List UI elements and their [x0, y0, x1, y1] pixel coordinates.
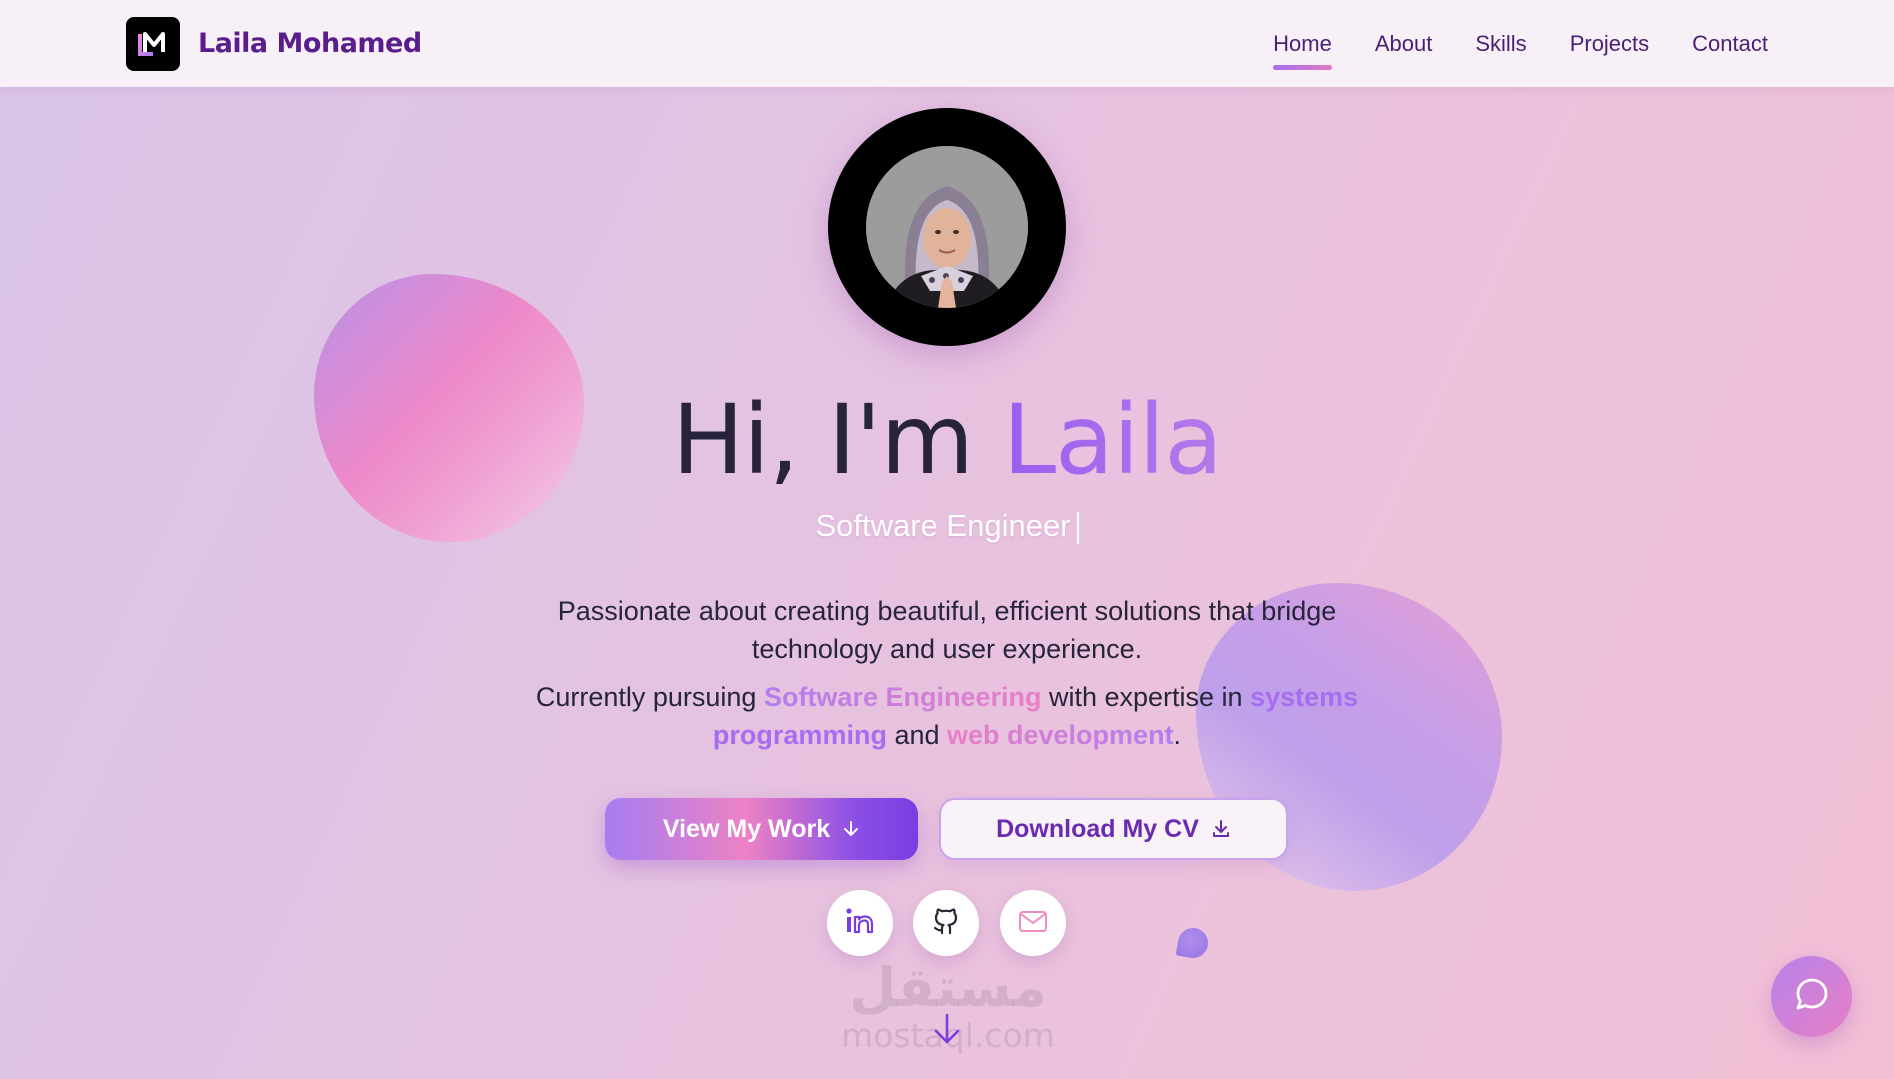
pursuit-suffix: . [1173, 720, 1182, 750]
linkedin-link[interactable] [827, 890, 893, 956]
top-navbar: Laila Mohamed Home About Skills Projects… [0, 0, 1894, 87]
nav-item-home[interactable]: Home [1273, 27, 1332, 70]
hero-description: Passionate about creating beautiful, eff… [557, 596, 1337, 664]
typed-role-text: Software Engineer [0, 508, 1894, 544]
hero-pursuit-text: Currently pursuing Software Engineering … [497, 678, 1397, 754]
mail-icon [1017, 905, 1049, 942]
pursuit-field-highlight: Software Engineering [763, 682, 1042, 712]
nav-links: Home About Skills Projects Contact [1273, 27, 1768, 70]
nav-item-about[interactable]: About [1375, 27, 1433, 61]
github-link[interactable] [913, 890, 979, 956]
hero-greeting: Hi, I'm [671, 384, 1003, 496]
nav-item-projects[interactable]: Projects [1570, 27, 1649, 61]
cursor-follower-dot [1175, 925, 1211, 961]
lm-monogram-icon[interactable] [126, 16, 180, 71]
profile-avatar [828, 108, 1066, 346]
view-my-work-label: View My Work [662, 814, 831, 843]
arrow-down-icon [842, 820, 860, 838]
linkedin-icon [844, 905, 876, 942]
hero-name: Laila [1002, 384, 1223, 496]
skill-web-highlight: web development [947, 720, 1174, 750]
profile-photo [866, 146, 1028, 308]
brand[interactable]: Laila Mohamed [126, 16, 422, 71]
email-link[interactable] [1000, 890, 1066, 956]
pursuit-prefix: Currently pursuing [535, 682, 764, 712]
typing-caret [1076, 511, 1079, 544]
download-cv-button[interactable]: Download My CV [939, 798, 1288, 860]
download-icon [1211, 819, 1231, 839]
scroll-down-arrow-icon[interactable] [930, 1012, 964, 1051]
hero-heading: Hi, I'm Laila [0, 375, 1894, 505]
pursuit-middle: with expertise in [1041, 682, 1251, 712]
pursuit-conjunction: and [886, 720, 947, 750]
nav-item-contact[interactable]: Contact [1692, 27, 1768, 61]
view-my-work-button[interactable]: View My Work [605, 798, 918, 860]
nav-item-skills[interactable]: Skills [1475, 27, 1526, 61]
watermark-arabic: مستقل [849, 956, 1047, 1019]
typed-role-label: Software Engineer [815, 508, 1071, 543]
chat-bubble-icon [1792, 974, 1832, 1019]
brand-name[interactable]: Laila Mohamed [198, 28, 422, 59]
github-icon [930, 905, 962, 942]
download-cv-label: Download My CV [996, 814, 1199, 843]
chat-button[interactable] [1771, 956, 1852, 1037]
